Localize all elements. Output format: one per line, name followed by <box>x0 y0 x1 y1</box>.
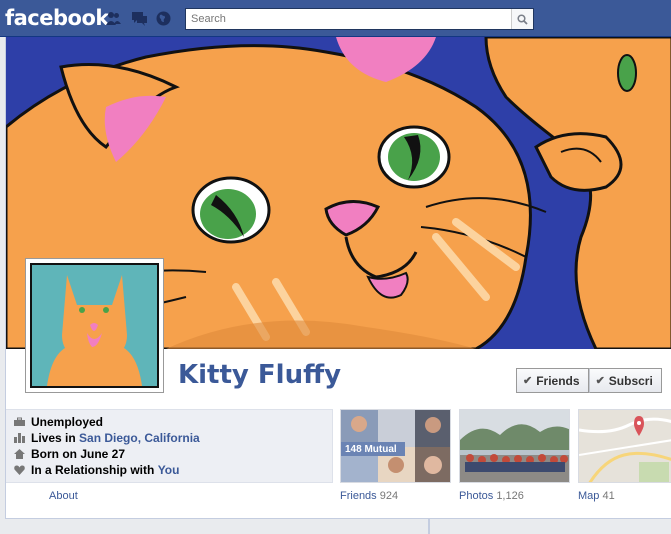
photos-preview-image <box>460 410 569 482</box>
profile-cat-illustration <box>32 265 157 386</box>
friends-tile-label[interactable]: Friends 924 <box>340 490 398 502</box>
friends-label: Friends <box>340 490 377 502</box>
photos-count: 1,126 <box>496 490 524 502</box>
checkmark-icon: ✔ <box>523 375 533 387</box>
info-relationship-prefix: In a Relationship with <box>31 463 155 477</box>
home-icon <box>14 449 25 459</box>
info-born: Born on June 27 <box>14 446 126 462</box>
city-icon <box>14 433 25 443</box>
subscribe-button[interactable]: ✔ Subscri <box>588 368 662 393</box>
map-count: 41 <box>602 490 615 502</box>
map-label: Map <box>578 490 600 502</box>
notifications-globe-icon[interactable] <box>155 10 172 27</box>
profile-picture[interactable] <box>25 258 164 393</box>
subscribe-button-label: Subscri <box>608 373 653 388</box>
info-relationship: In a Relationship with You <box>14 462 180 478</box>
friends-tile[interactable]: 148 Mutual <box>340 409 451 483</box>
heart-icon <box>14 465 25 475</box>
timeline: Kitty Fluffy ✔ Friends ✔ Subscri Unemplo… <box>5 37 671 519</box>
info-work-text: Unemployed <box>31 415 104 429</box>
friends-button[interactable]: ✔ Friends <box>516 368 589 393</box>
mutual-friends-badge: 148 Mutual <box>341 442 405 456</box>
search-button[interactable] <box>511 9 533 29</box>
photos-tile-label[interactable]: Photos 1,126 <box>459 490 524 502</box>
friends-button-label: Friends <box>536 373 580 388</box>
about-link[interactable]: About <box>49 490 78 502</box>
search-input[interactable] <box>186 9 511 29</box>
info-lives-link[interactable]: San Diego, California <box>79 431 200 445</box>
search-icon <box>517 13 528 25</box>
checkmark-icon: ✔ <box>595 375 605 387</box>
friend-requests-icon[interactable] <box>105 10 122 27</box>
profile-action-buttons: ✔ Friends ✔ Subscri <box>516 368 662 393</box>
map-preview-image <box>579 410 671 482</box>
map-tile[interactable] <box>578 409 671 483</box>
photos-tile[interactable] <box>459 409 570 483</box>
facebook-logo[interactable]: facebook <box>5 6 109 30</box>
search-bar <box>185 8 534 30</box>
timeline-spine <box>428 519 430 534</box>
info-relationship-link[interactable]: You <box>158 463 180 477</box>
friends-count: 924 <box>379 490 399 502</box>
photos-label: Photos <box>459 490 494 502</box>
info-born-text: Born on June 27 <box>31 447 126 461</box>
briefcase-icon <box>14 417 25 426</box>
info-lives-prefix: Lives in <box>31 431 76 445</box>
map-tile-label[interactable]: Map 41 <box>578 490 615 502</box>
info-lives: Lives in San Diego, California <box>14 430 200 446</box>
messages-icon[interactable] <box>131 10 148 27</box>
profile-name[interactable]: Kitty Fluffy <box>178 360 341 390</box>
top-bar: facebook <box>0 0 671 37</box>
info-work: Unemployed <box>14 414 104 430</box>
profile-info-box: Unemployed Lives in San Diego, Californi… <box>6 409 333 483</box>
